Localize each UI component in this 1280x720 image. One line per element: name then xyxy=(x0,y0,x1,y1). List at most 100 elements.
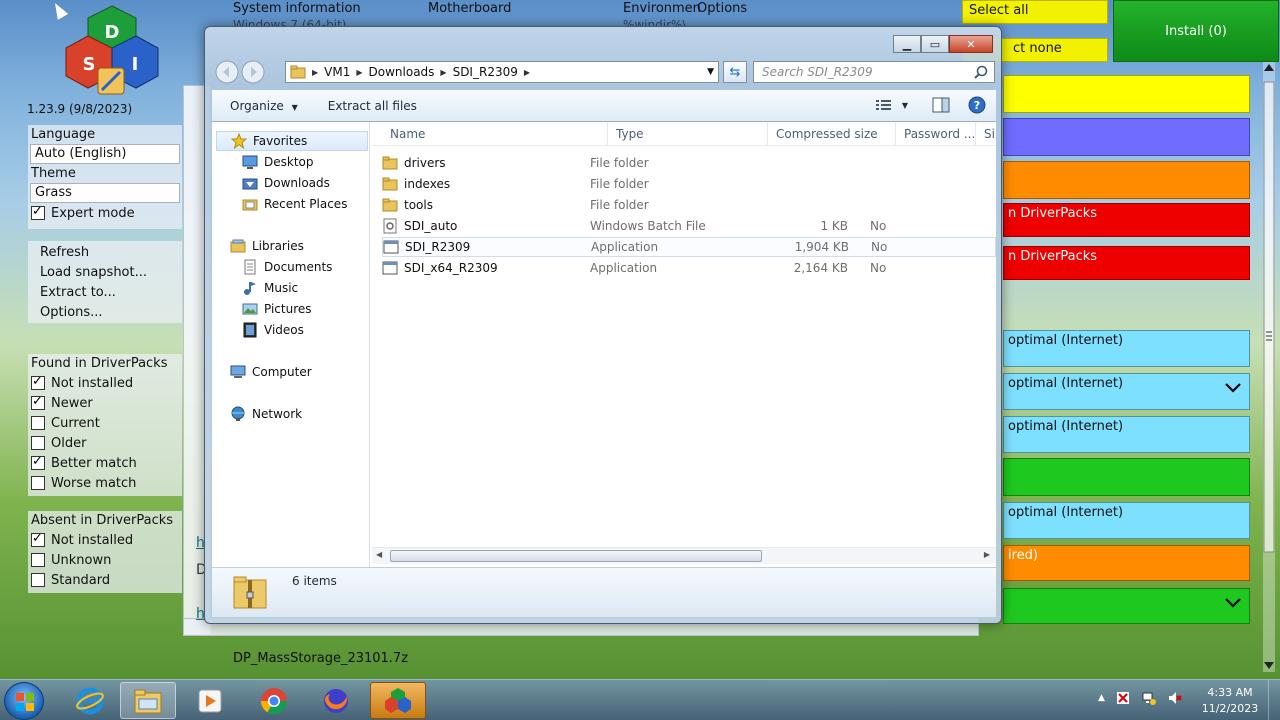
select-all-button[interactable]: Select all xyxy=(962,0,1108,24)
column-password[interactable]: Password ... xyxy=(896,122,976,146)
tab-environment[interactable]: Environmen xyxy=(623,1,701,16)
nav-music[interactable]: Music xyxy=(242,278,298,298)
filter-worse-match[interactable]: Worse match xyxy=(28,473,182,493)
tab-options[interactable]: Options xyxy=(697,1,747,16)
filter-absent-not-installed[interactable]: Not installed xyxy=(28,530,182,550)
install-button[interactable]: Install (0) xyxy=(1113,0,1279,62)
file-row[interactable]: tools File folder xyxy=(382,195,996,215)
network-status-icon[interactable] xyxy=(1141,690,1157,706)
view-options-button[interactable]: ▼ xyxy=(875,99,908,111)
show-desktop-button[interactable] xyxy=(1268,680,1280,720)
tab-system-information[interactable]: System information xyxy=(233,1,361,16)
nav-network[interactable]: Network xyxy=(230,404,302,424)
taskbar-sdi[interactable] xyxy=(370,682,426,719)
nav-downloads[interactable]: Downloads xyxy=(242,173,330,193)
search-input[interactable]: Search SDI_R2309 xyxy=(753,61,995,83)
language-select[interactable]: Auto (English) xyxy=(30,144,180,164)
driver-row[interactable]: optimal (Internet) xyxy=(1003,502,1250,539)
breadcrumb-downloads[interactable]: Downloads xyxy=(363,65,441,79)
driver-row[interactable]: n DriverPacks xyxy=(1003,246,1250,280)
column-compressed-size[interactable]: Compressed size xyxy=(768,122,896,146)
taskbar-chrome[interactable] xyxy=(246,682,302,719)
nav-favorites[interactable]: Favorites xyxy=(216,131,368,151)
column-size[interactable]: Si xyxy=(976,122,996,146)
taskbar-firefox[interactable] xyxy=(308,682,364,719)
file-row[interactable]: indexes File folder xyxy=(382,174,996,194)
nav-computer[interactable]: Computer xyxy=(230,362,312,382)
filter-not-installed[interactable]: Not installed xyxy=(28,373,182,393)
taskbar-explorer[interactable] xyxy=(120,682,176,719)
checkbox-icon xyxy=(31,553,45,567)
file-row[interactable]: SDI_auto Windows Batch File 1 KB No xyxy=(382,216,996,236)
extract-to-button[interactable]: Extract to... xyxy=(28,283,182,303)
filter-standard[interactable]: Standard xyxy=(28,570,182,590)
maximize-button[interactable]: ▭ xyxy=(921,35,949,53)
filter-newer[interactable]: Newer xyxy=(28,393,182,413)
action-center-icon[interactable] xyxy=(1115,690,1131,706)
file-row[interactable]: drivers File folder xyxy=(382,153,996,173)
file-row-selected[interactable]: SDI_R2309 Application 1,904 KB No xyxy=(382,237,996,257)
tab-motherboard[interactable]: Motherboard xyxy=(428,1,511,16)
file-row[interactable]: SDI_x64_R2309 Application 2,164 KB No xyxy=(382,258,996,278)
driver-row[interactable] xyxy=(1003,458,1250,496)
organize-button[interactable]: Organize ▼ xyxy=(212,99,313,113)
refresh-button[interactable]: ⇆ xyxy=(723,61,747,83)
expert-mode-checkbox[interactable]: Expert mode xyxy=(28,203,182,223)
driver-row[interactable] xyxy=(1003,161,1250,199)
filter-older[interactable]: Older xyxy=(28,433,182,453)
chevron-down-icon[interactable] xyxy=(1225,382,1241,394)
nav-desktop[interactable]: Desktop xyxy=(242,152,314,172)
back-forward-buttons[interactable] xyxy=(215,60,269,84)
filter-better-match[interactable]: Better match xyxy=(28,453,182,473)
nav-videos[interactable]: Videos xyxy=(242,320,304,340)
file-explorer-icon xyxy=(134,689,162,713)
filter-unknown[interactable]: Unknown xyxy=(28,550,182,570)
taskbar-internet-explorer[interactable] xyxy=(62,682,118,719)
driver-row[interactable]: optimal (Internet) xyxy=(1003,330,1250,367)
vertical-scrollbar[interactable] xyxy=(1260,62,1278,672)
theme-select[interactable]: Grass xyxy=(30,183,180,203)
nav-libraries[interactable]: Libraries xyxy=(230,236,304,256)
filter-current[interactable]: Current xyxy=(28,413,182,433)
address-bar[interactable]: ▶ VM1 ▶ Downloads ▶ SDI_R2309 ▶ ▼ xyxy=(285,61,719,83)
breadcrumb-sdi-r2309[interactable]: SDI_R2309 xyxy=(447,65,524,79)
nav-documents[interactable]: Documents xyxy=(242,257,332,277)
scroll-right-icon[interactable]: ▶ xyxy=(984,550,990,559)
nav-pictures[interactable]: Pictures xyxy=(242,299,312,319)
load-snapshot-button[interactable]: Load snapshot... xyxy=(28,263,182,283)
scroll-thumb[interactable] xyxy=(390,550,762,562)
driver-row[interactable]: optimal (Internet) xyxy=(1003,416,1250,453)
breadcrumb-vm1[interactable]: VM1 xyxy=(318,65,356,79)
show-hidden-icons-button[interactable]: ▲ xyxy=(1098,693,1105,703)
checkbox-icon xyxy=(31,374,45,390)
minimize-button[interactable]: ▁ xyxy=(893,35,921,53)
driver-row[interactable]: ired) xyxy=(1003,545,1250,581)
preview-pane-icon[interactable] xyxy=(932,97,950,113)
chevron-down-icon[interactable] xyxy=(1225,597,1241,609)
volume-muted-icon[interactable] xyxy=(1167,690,1183,706)
help-icon[interactable]: ? xyxy=(968,96,986,114)
driver-row[interactable] xyxy=(1003,118,1250,156)
extract-all-button[interactable]: Extract all files xyxy=(313,99,432,113)
clock[interactable]: 4:33 AM 11/2/2023 xyxy=(1198,685,1262,717)
refresh-button[interactable]: Refresh xyxy=(28,243,182,263)
file-password: No xyxy=(870,219,887,233)
options-button[interactable]: Options... xyxy=(28,303,182,323)
driver-row[interactable] xyxy=(1003,75,1250,113)
horizontal-scrollbar[interactable]: ◀ ▶ xyxy=(372,547,996,564)
address-dropdown[interactable]: ▼ xyxy=(707,67,714,77)
start-button[interactable] xyxy=(4,682,44,720)
column-type[interactable]: Type xyxy=(608,122,768,146)
scroll-left-icon[interactable]: ◀ xyxy=(376,550,382,559)
nav-label: Documents xyxy=(264,260,333,274)
driver-row[interactable] xyxy=(1003,588,1250,624)
driver-row[interactable]: n DriverPacks xyxy=(1003,203,1250,237)
filter-label: Older xyxy=(51,435,87,451)
close-button[interactable]: ✕ xyxy=(949,35,993,53)
nav-recent-places[interactable]: Recent Places xyxy=(242,194,347,214)
file-type: Application xyxy=(590,261,658,275)
taskbar-media-player[interactable] xyxy=(182,682,238,719)
driver-row[interactable]: optimal (Internet) xyxy=(1003,373,1250,410)
computer-icon xyxy=(230,365,246,378)
column-name[interactable]: Name xyxy=(372,122,608,146)
